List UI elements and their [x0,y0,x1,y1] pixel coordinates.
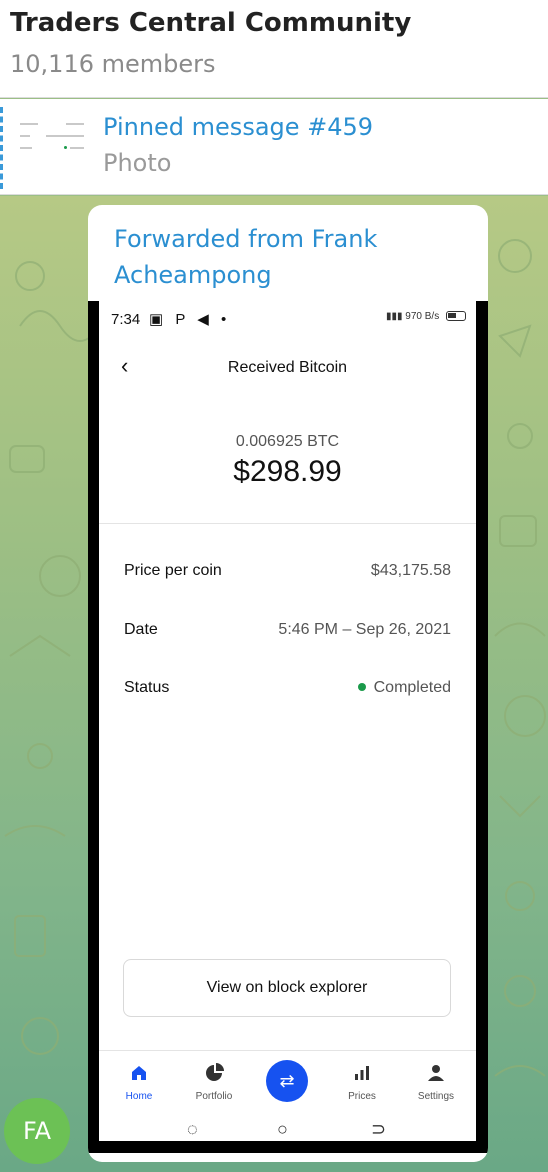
detail-label: Status [124,679,170,696]
android-nav-bar: ◌ ○ ⊃ [99,1119,476,1141]
member-count: 10,116 members [10,50,216,78]
nav-divider [99,1050,476,1051]
status-right: ▮▮▮ 970 B/s [386,311,466,322]
nav-item-home: Home [101,1057,177,1102]
sender-avatar[interactable]: FA [4,1098,70,1164]
status-text: Completed [373,679,451,696]
bar-chart-icon [355,1066,369,1080]
home-circle-icon: ○ [277,1119,288,1139]
back-icon: ⊃ [371,1119,387,1139]
nav-label: Portfolio [195,1091,233,1102]
photo-attachment[interactable]: 7:34 ▣ P ◀ • ▮▮▮ 970 B/s ‹ Received Bitc… [88,301,488,1153]
chat-title: Traders Central Community [10,8,412,38]
nav-item-prices: Prices [324,1057,400,1102]
net-speed: 970 B/s [405,311,440,322]
pinned-indicator [0,107,3,189]
detail-value: $43,175.58 [370,562,451,579]
chat-header[interactable]: Traders Central Community 10,116 members [0,0,548,98]
pinned-thumbnail [14,109,92,181]
detail-row-date: Date 5:46 PM – Sep 26, 2021 [124,621,451,645]
message-bubble[interactable]: Forwarded from Frank Acheampong 7:34 ▣ P… [88,205,488,1162]
notification-icons: ▣ P ◀ • [149,311,231,328]
bottom-nav: Home Portfolio ⇄ Prices Settings [99,1057,476,1107]
pinned-title: Pinned message #459 [103,113,374,141]
person-icon [428,1065,444,1081]
recents-icon: ◌ [187,1119,198,1139]
detail-row-price: Price per coin $43,175.58 [124,562,451,586]
pie-chart-icon [206,1063,224,1081]
detail-label: Date [124,621,158,638]
status-time: 7:34 [111,311,141,328]
screen-title: Received Bitcoin [227,359,348,376]
status-dot-icon [357,682,366,691]
nav-item-portfolio: Portfolio [176,1057,252,1102]
usd-amount: $298.99 [233,455,342,488]
detail-value-status: Completed [357,679,451,697]
phone-screenshot: 7:34 ▣ P ◀ • ▮▮▮ 970 B/s ‹ Received Bitc… [99,301,476,1141]
detail-row-status: Status Completed [124,679,451,703]
home-icon [132,1066,146,1080]
btc-amount: 0.006925 BTC [235,433,340,450]
nav-label: Prices [348,1091,376,1102]
detail-label: Price per coin [124,562,222,579]
detail-value: 5:46 PM – Sep 26, 2021 [278,621,451,638]
pinned-message-bar[interactable]: Pinned message #459 Photo [0,99,548,195]
pinned-subtitle: Photo [103,149,172,177]
swap-arrows-icon: ⇄ [266,1060,308,1102]
view-explorer-button: View on block explorer [123,959,451,1017]
divider [99,523,476,524]
signal-icon: ▮▮▮ [386,311,403,322]
nav-item-settings: Settings [398,1057,474,1102]
nav-label: Settings [417,1091,455,1102]
nav-label: Home [125,1091,153,1102]
status-bar: 7:34 ▣ P ◀ • ▮▮▮ 970 B/s [99,307,476,335]
battery-icon [446,311,466,322]
forwarded-from-label[interactable]: Forwarded from Frank Acheampong [114,221,474,293]
